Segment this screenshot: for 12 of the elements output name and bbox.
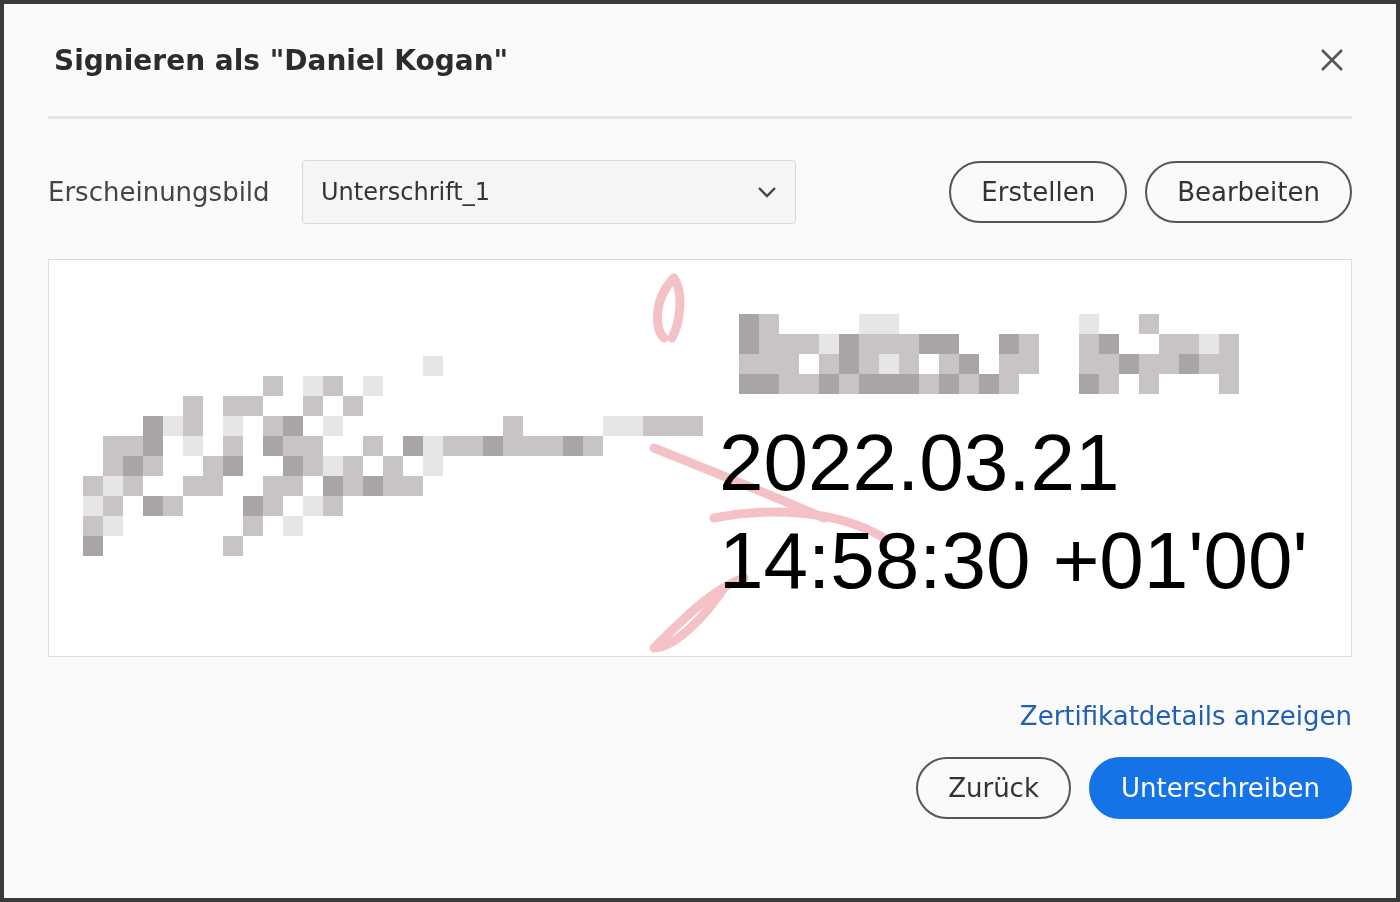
sign-button[interactable]: Unterschreiben [1088,757,1352,819]
appearance-dropdown[interactable]: Unterschrift_1 [302,160,796,224]
certificate-details-link[interactable]: Zertifikatdetails anzeigen [1019,701,1352,731]
appearance-label: Erscheinungsbild [48,177,271,207]
action-button[interactable]: Bearbeiten [1145,161,1352,223]
back-button[interactable]: Zurück [916,757,1071,819]
signature-time: 14:58:30 +01'00' [719,515,1308,607]
dialog-title: Signieren als "Daniel Kogan" [54,43,509,77]
chevron-icon [757,186,777,198]
action-button[interactable]: Erstellen [949,161,1128,223]
signature-date: 2022.03.21 [719,417,1121,509]
close-icon[interactable] [1320,48,1344,72]
